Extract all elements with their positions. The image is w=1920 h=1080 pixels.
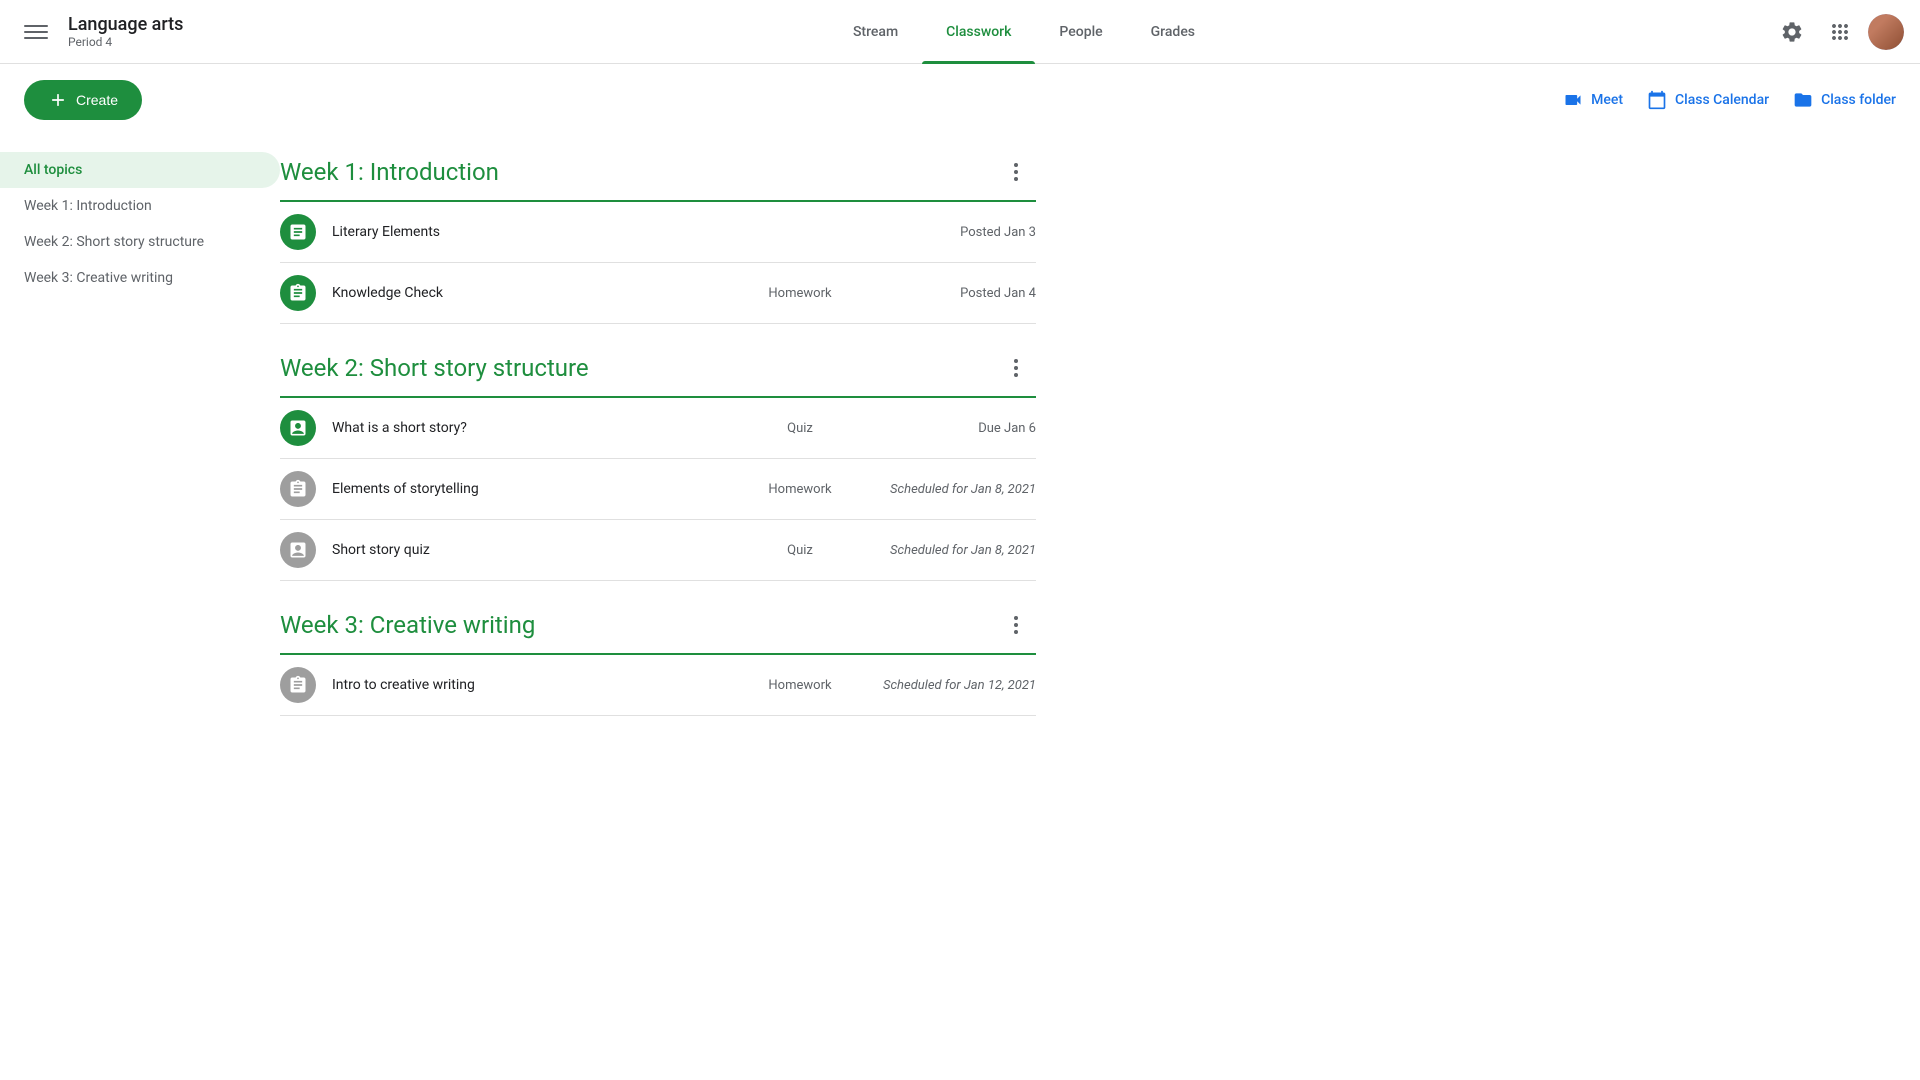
plus-icon (48, 90, 68, 110)
toolbar-actions: Meet Class Calendar Class folder (1563, 90, 1896, 110)
week1-section: Week 1: Introduction Literary Elements P… (280, 136, 1036, 324)
elements-storytelling-type: Homework (760, 482, 840, 497)
short-story-quiz-icon (280, 532, 316, 568)
short-story-quiz-type: Quiz (760, 543, 840, 558)
what-is-short-story-icon (280, 410, 316, 446)
elements-storytelling-row[interactable]: Elements of storytelling Homework Schedu… (280, 459, 1036, 520)
settings-button[interactable] (1772, 12, 1812, 52)
menu-icon[interactable] (16, 12, 56, 52)
week1-header: Week 1: Introduction (280, 136, 1036, 202)
knowledge-check-row[interactable]: Knowledge Check Homework Posted Jan 4 (280, 263, 1036, 324)
more-vert-icon (1004, 356, 1028, 380)
short-story-quiz-name: Short story quiz (332, 542, 744, 558)
knowledge-check-type: Homework (760, 286, 840, 301)
knowledge-check-date: Posted Jan 4 (856, 286, 1036, 301)
week2-menu-button[interactable] (996, 348, 1036, 388)
literary-elements-date: Posted Jan 3 (856, 225, 1036, 240)
week1-menu-button[interactable] (996, 152, 1036, 192)
app-subtitle: Period 4 (68, 35, 183, 49)
week3-title: Week 3: Creative writing (280, 611, 535, 639)
meet-link[interactable]: Meet (1563, 90, 1623, 110)
calendar-icon (1647, 90, 1667, 110)
sidebar-item-week3[interactable]: Week 3: Creative writing (0, 260, 280, 296)
sidebar-item-week1[interactable]: Week 1: Introduction (0, 188, 280, 224)
intro-creative-writing-name: Intro to creative writing (332, 677, 744, 693)
what-is-short-story-row[interactable]: What is a short story? Quiz Due Jan 6 (280, 398, 1036, 459)
more-vert-icon (1004, 613, 1028, 637)
avatar[interactable] (1868, 14, 1904, 50)
assignment-icon (288, 479, 308, 499)
week3-menu-button[interactable] (996, 605, 1036, 645)
elements-storytelling-name: Elements of storytelling (332, 481, 744, 497)
week2-title: Week 2: Short story structure (280, 354, 589, 382)
content-area: Week 1: Introduction Literary Elements P… (280, 136, 1060, 748)
week2-section: Week 2: Short story structure What is a … (280, 332, 1036, 581)
video-icon (1563, 90, 1583, 110)
sidebar-item-all-topics[interactable]: All topics (0, 152, 280, 188)
folder-link[interactable]: Class folder (1793, 90, 1896, 110)
week2-header: Week 2: Short story structure (280, 332, 1036, 398)
sidebar-item-week2[interactable]: Week 2: Short story structure (0, 224, 280, 260)
intro-creative-writing-icon (280, 667, 316, 703)
elements-storytelling-icon (280, 471, 316, 507)
app-title-main: Language arts (68, 14, 183, 36)
literary-elements-icon (280, 214, 316, 250)
knowledge-check-name: Knowledge Check (332, 285, 744, 301)
week1-title: Week 1: Introduction (280, 158, 499, 186)
what-is-short-story-date: Due Jan 6 (856, 421, 1036, 436)
assignment-icon (288, 675, 308, 695)
intro-creative-writing-type: Homework (760, 678, 840, 693)
create-button[interactable]: Create (24, 80, 142, 120)
quiz-icon (288, 418, 308, 438)
material-icon (288, 222, 308, 242)
quiz-icon (288, 540, 308, 560)
literary-elements-row[interactable]: Literary Elements Posted Jan 3 (280, 202, 1036, 263)
app-title: Language arts Period 4 (68, 14, 183, 50)
header-left: Language arts Period 4 (16, 12, 276, 52)
intro-creative-writing-row[interactable]: Intro to creative writing Homework Sched… (280, 655, 1036, 716)
main-nav: Stream Classwork People Grades (276, 0, 1772, 64)
literary-elements-name: Literary Elements (332, 224, 744, 240)
calendar-link[interactable]: Class Calendar (1647, 90, 1769, 110)
intro-creative-writing-date: Scheduled for Jan 12, 2021 (856, 678, 1036, 693)
nav-people[interactable]: People (1035, 0, 1126, 64)
header: Language arts Period 4 Stream Classwork … (0, 0, 1920, 64)
main-layout: All topics Week 1: Introduction Week 2: … (0, 136, 1920, 748)
more-vert-icon (1004, 160, 1028, 184)
folder-icon (1793, 90, 1813, 110)
header-right (1772, 12, 1904, 52)
week3-header: Week 3: Creative writing (280, 589, 1036, 655)
short-story-quiz-date: Scheduled for Jan 8, 2021 (856, 543, 1036, 558)
assignment-icon (288, 283, 308, 303)
short-story-quiz-row[interactable]: Short story quiz Quiz Scheduled for Jan … (280, 520, 1036, 581)
toolbar: Create Meet Class Calendar Class folder (0, 64, 1920, 136)
sidebar: All topics Week 1: Introduction Week 2: … (0, 136, 280, 748)
what-is-short-story-type: Quiz (760, 421, 840, 436)
nav-classwork[interactable]: Classwork (922, 0, 1035, 64)
week3-section: Week 3: Creative writing Intro to creati… (280, 589, 1036, 716)
nav-stream[interactable]: Stream (829, 0, 922, 64)
nav-grades[interactable]: Grades (1127, 0, 1219, 64)
what-is-short-story-name: What is a short story? (332, 420, 744, 436)
apps-button[interactable] (1820, 12, 1860, 52)
knowledge-check-icon (280, 275, 316, 311)
elements-storytelling-date: Scheduled for Jan 8, 2021 (856, 482, 1036, 497)
